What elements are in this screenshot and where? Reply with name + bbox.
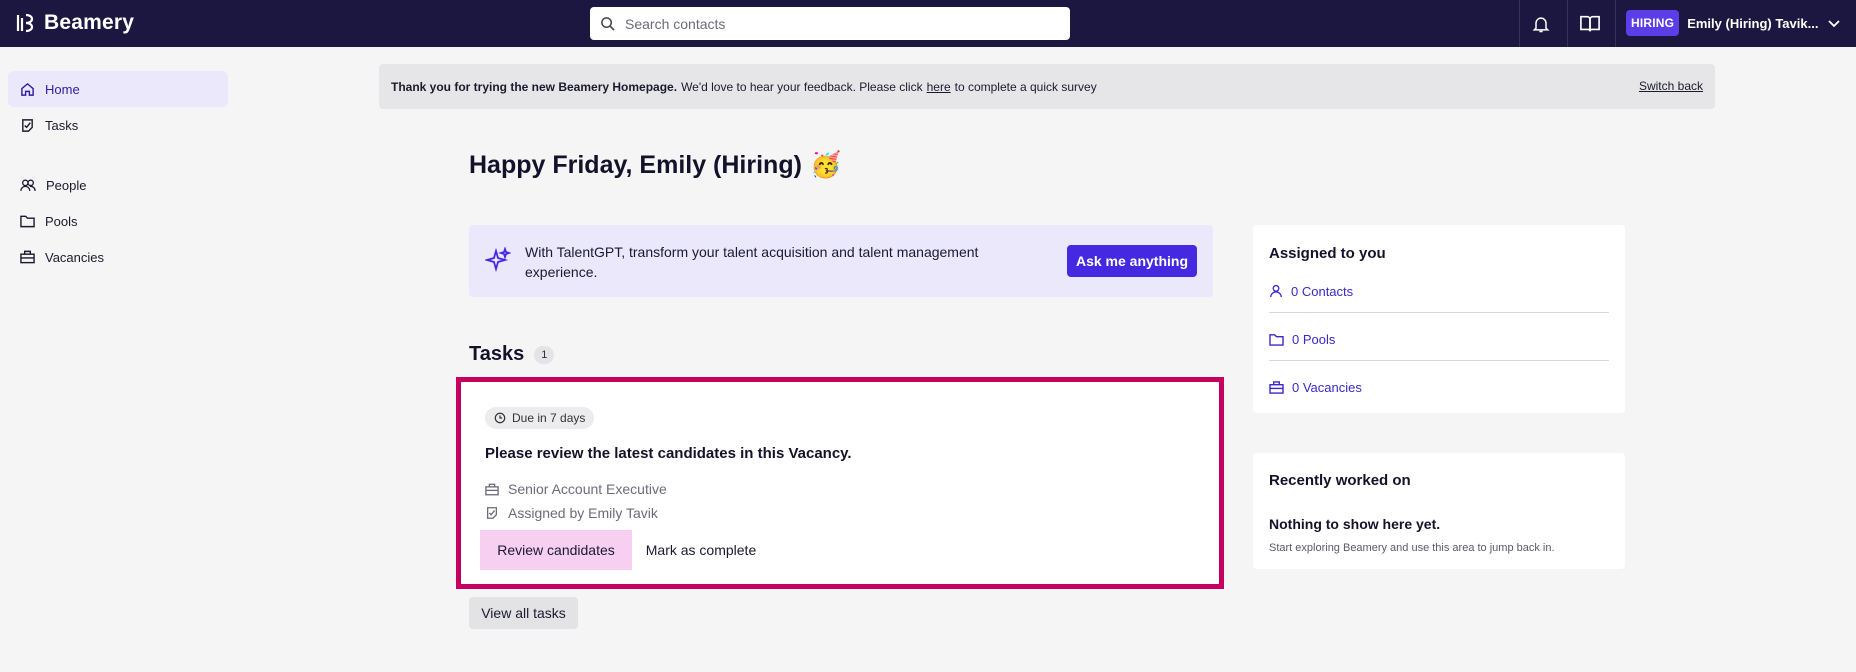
briefcase-icon (485, 483, 499, 496)
brand-logo[interactable]: Beamery (14, 11, 134, 35)
sidebar-item-label: Pools (45, 213, 78, 229)
due-badge: Due in 7 days (485, 407, 595, 429)
task-icon (485, 506, 499, 520)
empty-state-description: Start exploring Beamery and use this are… (1269, 542, 1555, 554)
assigned-item-label: 0 Pools (1292, 331, 1336, 347)
assigned-title: Assigned to you (1269, 245, 1386, 262)
hiring-badge: HIRING (1626, 10, 1680, 36)
sidebar: Home Tasks People Pools Vacancies (0, 47, 240, 672)
assigned-pools-link[interactable]: 0 Pools (1269, 315, 1609, 363)
assigned-item-label: 0 Vacancies (1292, 379, 1362, 395)
topbar-divider (1519, 0, 1520, 47)
sidebar-item-label: Home (45, 81, 80, 97)
party-emoji: 🥳 (809, 151, 842, 179)
brand-name: Beamery (44, 11, 135, 34)
home-icon (20, 82, 35, 97)
tasks-heading: Tasks 1 (469, 343, 555, 366)
review-candidates-button[interactable]: Review candidates (480, 530, 632, 570)
assigned-contacts-link[interactable]: 0 Contacts (1269, 267, 1609, 315)
sidebar-item-tasks[interactable]: Tasks (8, 107, 228, 143)
top-bar: Beamery HIRING Emily (Hiring) Tavik... (0, 0, 1856, 47)
due-text: Due in 7 days (512, 411, 586, 425)
switch-back-link[interactable]: Switch back (1639, 79, 1703, 93)
recent-title: Recently worked on (1269, 472, 1411, 489)
person-icon (1269, 284, 1283, 298)
profile-name: Emily (Hiring) Tavik... (1687, 15, 1819, 31)
divider (1269, 312, 1609, 313)
banner-text: We'd love to hear your feedback. Please … (681, 79, 923, 94)
task-assigner: Assigned by Emily Tavik (485, 505, 658, 521)
task-vacancy: Senior Account Executive (485, 481, 667, 497)
tasks-title: Tasks (469, 343, 525, 365)
banner-text-after: to complete a quick survey (954, 79, 1097, 94)
view-all-tasks-button[interactable]: View all tasks (469, 597, 578, 629)
search-icon (600, 16, 615, 31)
assigned-by-text: Assigned by Emily Tavik (508, 505, 658, 521)
briefcase-icon (1269, 380, 1284, 394)
task-title: Please review the latest candidates in t… (485, 445, 852, 462)
sidebar-item-label: Tasks (45, 117, 79, 133)
task-card: Due in 7 days Please review the latest c… (456, 377, 1224, 589)
talentgpt-card: With TalentGPT, transform your talent ac… (469, 225, 1213, 297)
folder-icon (1269, 333, 1284, 346)
search-input[interactable] (625, 15, 1045, 32)
assigned-item-label: 0 Contacts (1291, 283, 1354, 299)
topbar-divider (1615, 0, 1616, 47)
greeting-text: Happy Friday, Emily (Hiring) (469, 151, 802, 179)
survey-link[interactable]: here (927, 80, 951, 94)
sparkle-icon (485, 247, 511, 273)
sidebar-item-vacancies[interactable]: Vacancies (8, 239, 228, 275)
sidebar-item-label: People (46, 177, 87, 193)
chevron-down-icon[interactable] (1826, 15, 1842, 31)
page-title: Happy Friday, Emily (Hiring) 🥳 (469, 151, 841, 180)
tasks-count-badge: 1 (534, 345, 555, 364)
briefcase-icon (20, 250, 35, 264)
people-icon (20, 178, 36, 193)
assigned-vacancies-link[interactable]: 0 Vacancies (1269, 363, 1609, 411)
mark-as-complete-button[interactable]: Mark as complete (636, 530, 766, 570)
sidebar-item-home[interactable]: Home (8, 71, 228, 107)
empty-state-title: Nothing to show here yet. (1269, 516, 1441, 532)
folder-icon (20, 214, 35, 228)
sidebar-item-people[interactable]: People (8, 167, 228, 203)
bell-icon[interactable] (1528, 11, 1554, 37)
topbar-divider (1567, 0, 1568, 47)
profile-menu[interactable]: HIRING Emily (Hiring) Tavik... (1626, 10, 1842, 36)
talentgpt-text: With TalentGPT, transform your talent ac… (525, 244, 979, 280)
recently-worked-on-card: Recently worked on Nothing to show here … (1253, 453, 1625, 569)
sidebar-item-pools[interactable]: Pools (8, 203, 228, 239)
ask-me-anything-button[interactable]: Ask me anything (1067, 245, 1197, 277)
task-icon (20, 118, 35, 133)
book-icon[interactable] (1577, 11, 1603, 37)
feedback-banner: Thank you for trying the new Beamery Hom… (379, 64, 1715, 109)
assigned-to-you-card: Assigned to you 0 Contacts 0 Pools 0 Vac… (1253, 225, 1625, 413)
clock-icon (494, 412, 506, 424)
banner-bold-text: Thank you for trying the new Beamery Hom… (391, 79, 678, 94)
divider (1269, 360, 1609, 361)
beamery-logo-icon (14, 11, 38, 35)
vacancy-name: Senior Account Executive (508, 481, 667, 497)
sidebar-item-label: Vacancies (45, 249, 105, 265)
search-box[interactable] (590, 7, 1070, 40)
